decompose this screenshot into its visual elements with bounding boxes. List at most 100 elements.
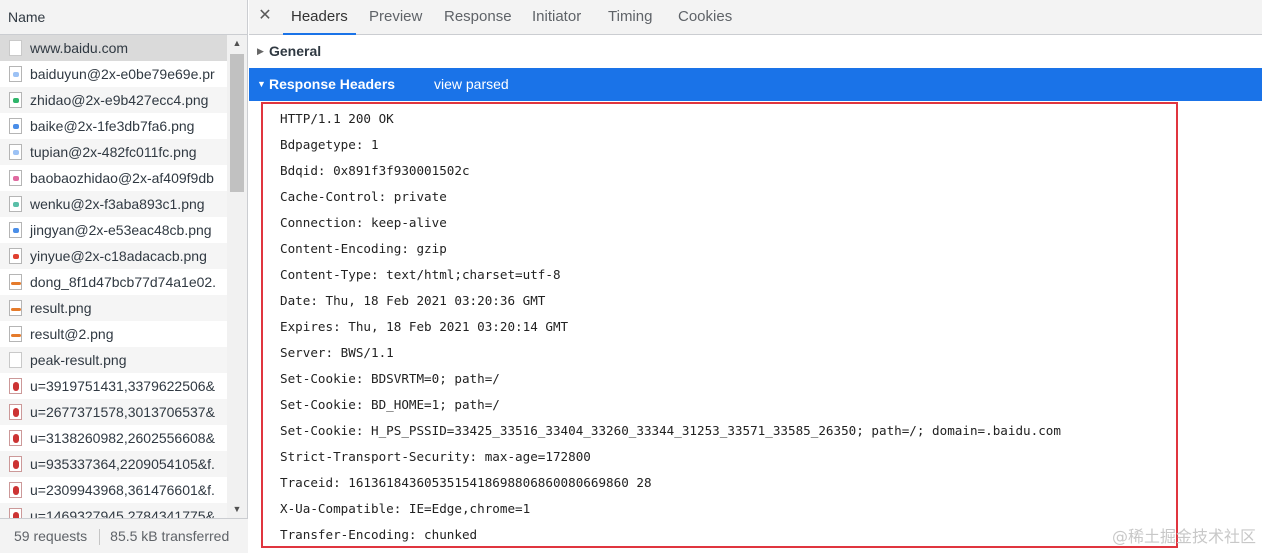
- request-name: peak-result.png: [30, 352, 127, 368]
- request-row[interactable]: dong_8f1d47bcb77d74a1e02.: [0, 269, 227, 295]
- response-headers-raw: HTTP/1.1 200 OK Bdpagetype: 1 Bdqid: 0x8…: [261, 102, 1178, 548]
- request-name: jingyan@2x-e53eac48cb.png: [30, 222, 212, 238]
- request-name: yinyue@2x-c18adacacb.png: [30, 248, 207, 264]
- header-line: HTTP/1.1 200 OK: [280, 111, 394, 126]
- header-line: Content-Encoding: gzip: [280, 241, 447, 256]
- header-line: Cache-Control: private: [280, 189, 447, 204]
- photo-icon: [9, 430, 22, 446]
- image-icon: [9, 144, 22, 160]
- header-line: Set-Cookie: H_PS_PSSID=33425_33516_33404…: [280, 423, 1061, 438]
- photo-icon: [9, 456, 22, 472]
- request-row[interactable]: wenku@2x-f3aba893c1.png: [0, 191, 227, 217]
- request-list-scrollbar[interactable]: ▲ ▼: [227, 35, 247, 518]
- photo-icon: [9, 378, 22, 394]
- request-list-panel: Name www.baidu.com baiduyun@2x-e0be79e69…: [0, 0, 248, 553]
- tab-cookies[interactable]: Cookies: [670, 0, 740, 34]
- request-row[interactable]: result.png: [0, 295, 227, 321]
- watermark: @稀土掘金技术社区: [1111, 527, 1256, 546]
- request-name: u=3138260982,2602556608&: [30, 430, 215, 446]
- request-name: baobaozhidao@2x-af409f9db: [30, 170, 214, 186]
- request-row[interactable]: result@2.png: [0, 321, 227, 347]
- image-icon: [9, 92, 22, 108]
- response-headers-section-toggle[interactable]: ▼ Response Headers view parsed: [249, 68, 1262, 101]
- header-line: Set-Cookie: BD_HOME=1; path=/: [280, 397, 500, 412]
- request-row[interactable]: baike@2x-1fe3db7fa6.png: [0, 113, 227, 139]
- image-icon: [9, 222, 22, 238]
- request-row[interactable]: yinyue@2x-c18adacacb.png: [0, 243, 227, 269]
- transferred-size: 85.5 kB transferred: [110, 528, 230, 544]
- image-icon: [9, 196, 22, 212]
- document-icon: [9, 40, 22, 56]
- image-icon: [9, 326, 22, 342]
- request-row[interactable]: baiduyun@2x-e0be79e69e.pr: [0, 61, 227, 87]
- request-name: baike@2x-1fe3db7fa6.png: [30, 118, 195, 134]
- request-row[interactable]: u=2677371578,3013706537&: [0, 399, 227, 425]
- name-column-header[interactable]: Name: [0, 0, 247, 35]
- status-divider: [99, 529, 101, 546]
- image-icon: [9, 248, 22, 264]
- request-row[interactable]: baobaozhidao@2x-af409f9db: [0, 165, 227, 191]
- request-name: zhidao@2x-e9b427ecc4.png: [30, 92, 209, 108]
- request-name: wenku@2x-f3aba893c1.png: [30, 196, 205, 212]
- header-line: Connection: keep-alive: [280, 215, 447, 230]
- header-line: Strict-Transport-Security: max-age=17280…: [280, 449, 591, 464]
- request-row[interactable]: u=3138260982,2602556608&: [0, 425, 227, 451]
- request-row[interactable]: u=3919751431,3379622506&: [0, 373, 227, 399]
- request-row[interactable]: u=935337364,2209054105&f.: [0, 451, 227, 477]
- request-list: www.baidu.com baiduyun@2x-e0be79e69e.pr …: [0, 35, 227, 518]
- photo-icon: [9, 404, 22, 420]
- request-row[interactable]: u=1469327945,2784341775&: [0, 503, 227, 518]
- header-line: Set-Cookie: BDSVRTM=0; path=/: [280, 371, 500, 386]
- request-row[interactable]: jingyan@2x-e53eac48cb.png: [0, 217, 227, 243]
- network-summary-bar: 59 requests 85.5 kB transferred: [0, 518, 248, 553]
- photo-icon: [9, 482, 22, 498]
- image-icon: [9, 300, 22, 316]
- request-name: www.baidu.com: [30, 40, 129, 56]
- document-icon: [9, 352, 22, 368]
- tab-timing[interactable]: Timing: [600, 0, 660, 34]
- request-name: u=2309943968,361476601&f.: [30, 482, 215, 498]
- request-row[interactable]: tupian@2x-482fc011fc.png: [0, 139, 227, 165]
- request-name: dong_8f1d47bcb77d74a1e02.: [30, 274, 217, 290]
- request-name: baiduyun@2x-e0be79e69e.pr: [30, 66, 215, 82]
- view-parsed-link[interactable]: view parsed: [434, 68, 509, 101]
- header-line: Transfer-Encoding: chunked: [280, 527, 478, 542]
- image-icon: [9, 66, 22, 82]
- request-count: 59 requests: [14, 528, 88, 544]
- header-line: Content-Type: text/html;charset=utf-8: [280, 267, 561, 282]
- response-headers-label: Response Headers: [269, 76, 396, 92]
- request-row[interactable]: www.baidu.com: [0, 35, 227, 61]
- scroll-down-arrow-icon[interactable]: ▼: [227, 501, 247, 518]
- scroll-up-arrow-icon[interactable]: ▲: [227, 35, 247, 52]
- triangle-down-icon: ▼: [257, 79, 266, 89]
- request-row[interactable]: u=2309943968,361476601&f.: [0, 477, 227, 503]
- request-name: tupian@2x-482fc011fc.png: [30, 144, 197, 160]
- request-name: u=2677371578,3013706537&: [30, 404, 215, 420]
- image-icon: [9, 274, 22, 290]
- request-detail-pane: ✕ Headers Preview Response Initiator Tim…: [249, 0, 1262, 553]
- header-line: Date: Thu, 18 Feb 2021 03:20:36 GMT: [280, 293, 546, 308]
- image-icon: [9, 170, 22, 186]
- tab-headers[interactable]: Headers: [283, 0, 356, 35]
- request-name: result.png: [30, 300, 92, 316]
- header-line: Traceid: 1613618436053515418698806860080…: [280, 475, 652, 490]
- request-name: u=935337364,2209054105&f.: [30, 456, 215, 472]
- request-row[interactable]: peak-result.png: [0, 347, 227, 373]
- request-name: u=1469327945,2784341775&: [30, 508, 215, 518]
- general-section-label: General: [269, 43, 322, 59]
- request-name: u=3919751431,3379622506&: [30, 378, 215, 394]
- request-name: result@2.png: [30, 326, 114, 342]
- tab-initiator[interactable]: Initiator: [524, 0, 589, 34]
- header-line: Server: BWS/1.1: [280, 345, 394, 360]
- header-line: Bdpagetype: 1: [280, 137, 379, 152]
- scrollbar-thumb[interactable]: [230, 54, 244, 192]
- detail-tab-bar: ✕ Headers Preview Response Initiator Tim…: [249, 0, 1262, 35]
- header-line: X-Ua-Compatible: IE=Edge,chrome=1: [280, 501, 531, 516]
- tab-preview[interactable]: Preview: [361, 0, 430, 34]
- general-section-toggle[interactable]: ▶ General: [249, 35, 1262, 68]
- close-icon[interactable]: ✕: [257, 6, 273, 26]
- header-line: Bdqid: 0x891f3f930001502c: [280, 163, 470, 178]
- request-row[interactable]: zhidao@2x-e9b427ecc4.png: [0, 87, 227, 113]
- header-line: Expires: Thu, 18 Feb 2021 03:20:14 GMT: [280, 319, 569, 334]
- tab-response[interactable]: Response: [436, 0, 520, 34]
